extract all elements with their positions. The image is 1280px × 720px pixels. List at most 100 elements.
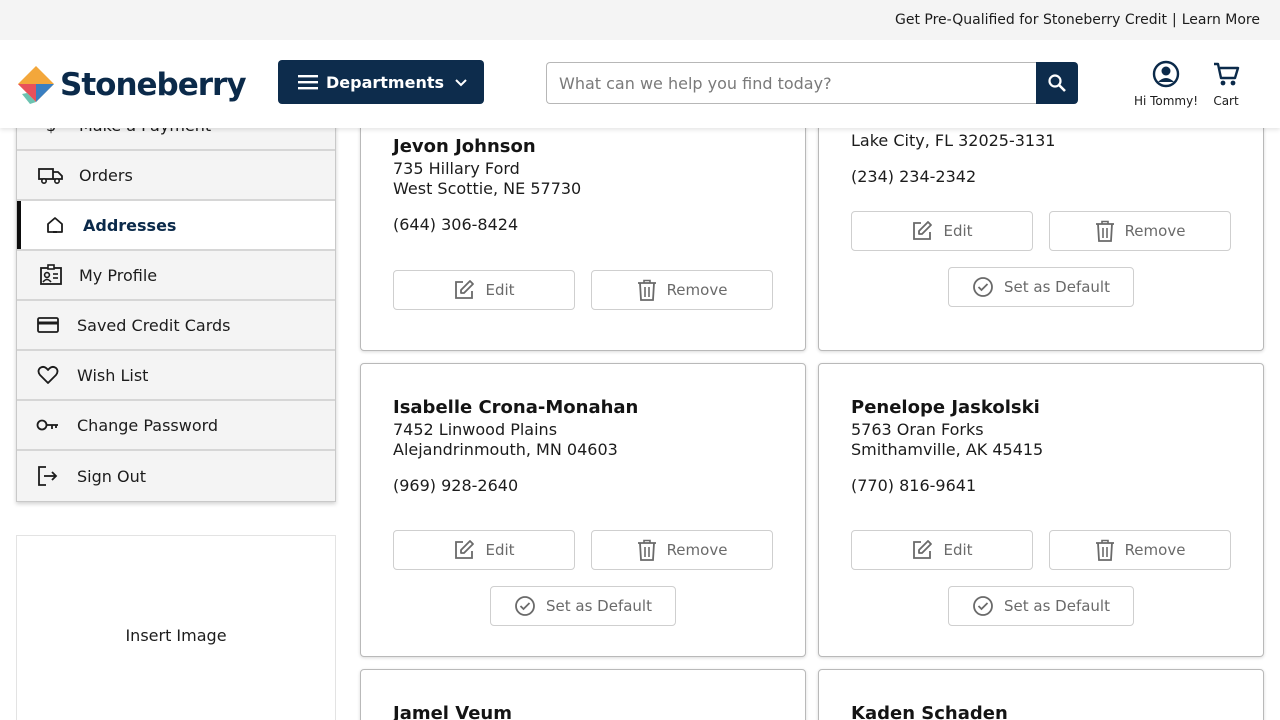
set-default-button[interactable]: Set as Default [948,267,1134,307]
account-menu[interactable]: Hi Tommy! [1130,60,1202,108]
sidebar-item-label: My Profile [79,265,158,285]
address-card: Jamel Veum [360,669,806,720]
chevron-down-icon [455,79,467,87]
sidebar-item-label: Sign Out [77,466,146,486]
trash-icon [1095,539,1114,561]
search-input[interactable] [546,62,1036,104]
address-actions: Edit Remove [851,211,1231,251]
address-phone: (234) 234-2342 [851,167,977,186]
check-circle-icon [973,596,993,616]
edit-icon [913,221,933,240]
edit-icon [913,540,933,559]
address-street: 7452 Linwood Plains [393,420,558,439]
account-icon [1152,60,1180,88]
edit-button[interactable]: Edit [393,530,575,570]
home-icon [17,215,83,235]
address-actions: Edit Remove [851,530,1231,570]
edit-label: Edit [485,281,515,299]
default-row: Set as Default [851,251,1231,307]
edit-icon [455,540,475,559]
site-header: Stoneberry Departments Hi Tommy! [0,40,1280,128]
address-card: Isabelle Crona-Monahan 7452 Linwood Plai… [360,363,806,657]
address-actions: Edit Remove [393,270,773,310]
search-icon [1048,74,1066,92]
remove-label: Remove [1124,222,1186,240]
set-default-label: Set as Default [1004,278,1110,296]
remove-button[interactable]: Remove [1049,211,1231,251]
default-row: Set as Default [393,570,773,626]
cart-label: Cart [1213,94,1239,108]
remove-label: Remove [666,281,728,299]
set-default-button[interactable]: Set as Default [490,586,676,626]
sidebar-item-label: Orders [79,165,133,185]
address-name: Penelope Jaskolski [851,397,1040,418]
address-actions: Edit Remove [393,530,773,570]
prequalify-link[interactable]: Get Pre-Qualified for Stoneberry Credit [895,12,1167,28]
address-name: Kaden Schaden [851,703,1008,720]
address-card: Penelope Jaskolski 5763 Oran Forks Smith… [818,363,1264,657]
cart-button[interactable]: Cart [1206,60,1246,108]
image-placeholder: Insert Image [16,535,336,720]
address-street: 5763 Oran Forks [851,420,984,439]
edit-button[interactable]: Edit [851,211,1033,251]
truck-icon [17,165,79,185]
set-default-label: Set as Default [546,597,652,615]
sidebar-item-label: Change Password [77,415,219,435]
image-placeholder-label: Insert Image [125,625,227,645]
trash-icon [1095,220,1114,242]
departments-label: Departments [326,72,445,92]
edit-button[interactable]: Edit [393,270,575,310]
edit-button[interactable]: Edit [851,530,1033,570]
remove-button[interactable]: Remove [591,270,773,310]
edit-icon [455,280,475,299]
sidebar-item-change-password[interactable]: Change Password [17,401,335,451]
account-greeting: Hi Tommy! [1133,94,1199,108]
logo-text: Stoneberry [60,67,247,103]
remove-label: Remove [666,541,728,559]
departments-button[interactable]: Departments [278,60,484,104]
trash-icon [637,279,656,301]
set-default-button[interactable]: Set as Default [948,586,1134,626]
address-name: Jamel Veum [393,703,512,720]
remove-button[interactable]: Remove [591,530,773,570]
address-phone: (969) 928-2640 [393,476,519,495]
address-city: Smithamville, AK 45415 [851,440,1044,459]
edit-label: Edit [943,222,973,240]
hamburger-menu-icon [298,75,318,90]
edit-label: Edit [943,541,973,559]
key-icon [17,417,77,433]
sign-out-icon [17,465,77,487]
address-city: West Scottie, NE 57730 [393,179,582,198]
trash-icon [637,539,656,561]
remove-label: Remove [1124,541,1186,559]
sidebar-item-saved-credit-cards[interactable]: Saved Credit Cards [17,301,335,351]
sidebar-item-label: Saved Credit Cards [77,315,231,335]
address-phone: (644) 306-8424 [393,215,519,234]
sidebar-item-label: Addresses [83,215,177,235]
address-city: Lake City, FL 32025-3131 [851,131,1056,150]
promo-separator: | [1171,12,1177,28]
heart-icon [17,365,77,385]
learn-more-link[interactable]: Learn More [1182,12,1260,28]
search-button[interactable] [1036,62,1078,104]
account-sidebar: $ Make a Payment Orders Addresses [16,100,336,502]
stoneberry-logo[interactable]: Stoneberry [16,64,250,106]
sidebar-item-sign-out[interactable]: Sign Out [17,451,335,501]
profile-card-icon [17,264,79,286]
sidebar-item-addresses[interactable]: Addresses [17,201,335,251]
sidebar-item-wish-list[interactable]: Wish List [17,351,335,401]
sidebar-item-orders[interactable]: Orders [17,151,335,201]
check-circle-icon [973,277,993,297]
remove-button[interactable]: Remove [1049,530,1231,570]
address-city: Alejandrinmouth, MN 04603 [393,440,618,459]
promo-bar: Get Pre-Qualified for Stoneberry Credit … [0,0,1280,40]
sidebar-item-label: Wish List [77,365,149,385]
edit-label: Edit [485,541,515,559]
logo-mark-icon [18,66,54,104]
address-phone: (770) 816-9641 [851,476,977,495]
address-name: Jevon Johnson [393,136,536,157]
address-street: 735 Hillary Ford [393,159,520,178]
sidebar-item-my-profile[interactable]: My Profile [17,251,335,301]
set-default-label: Set as Default [1004,597,1110,615]
cart-icon [1214,62,1240,86]
